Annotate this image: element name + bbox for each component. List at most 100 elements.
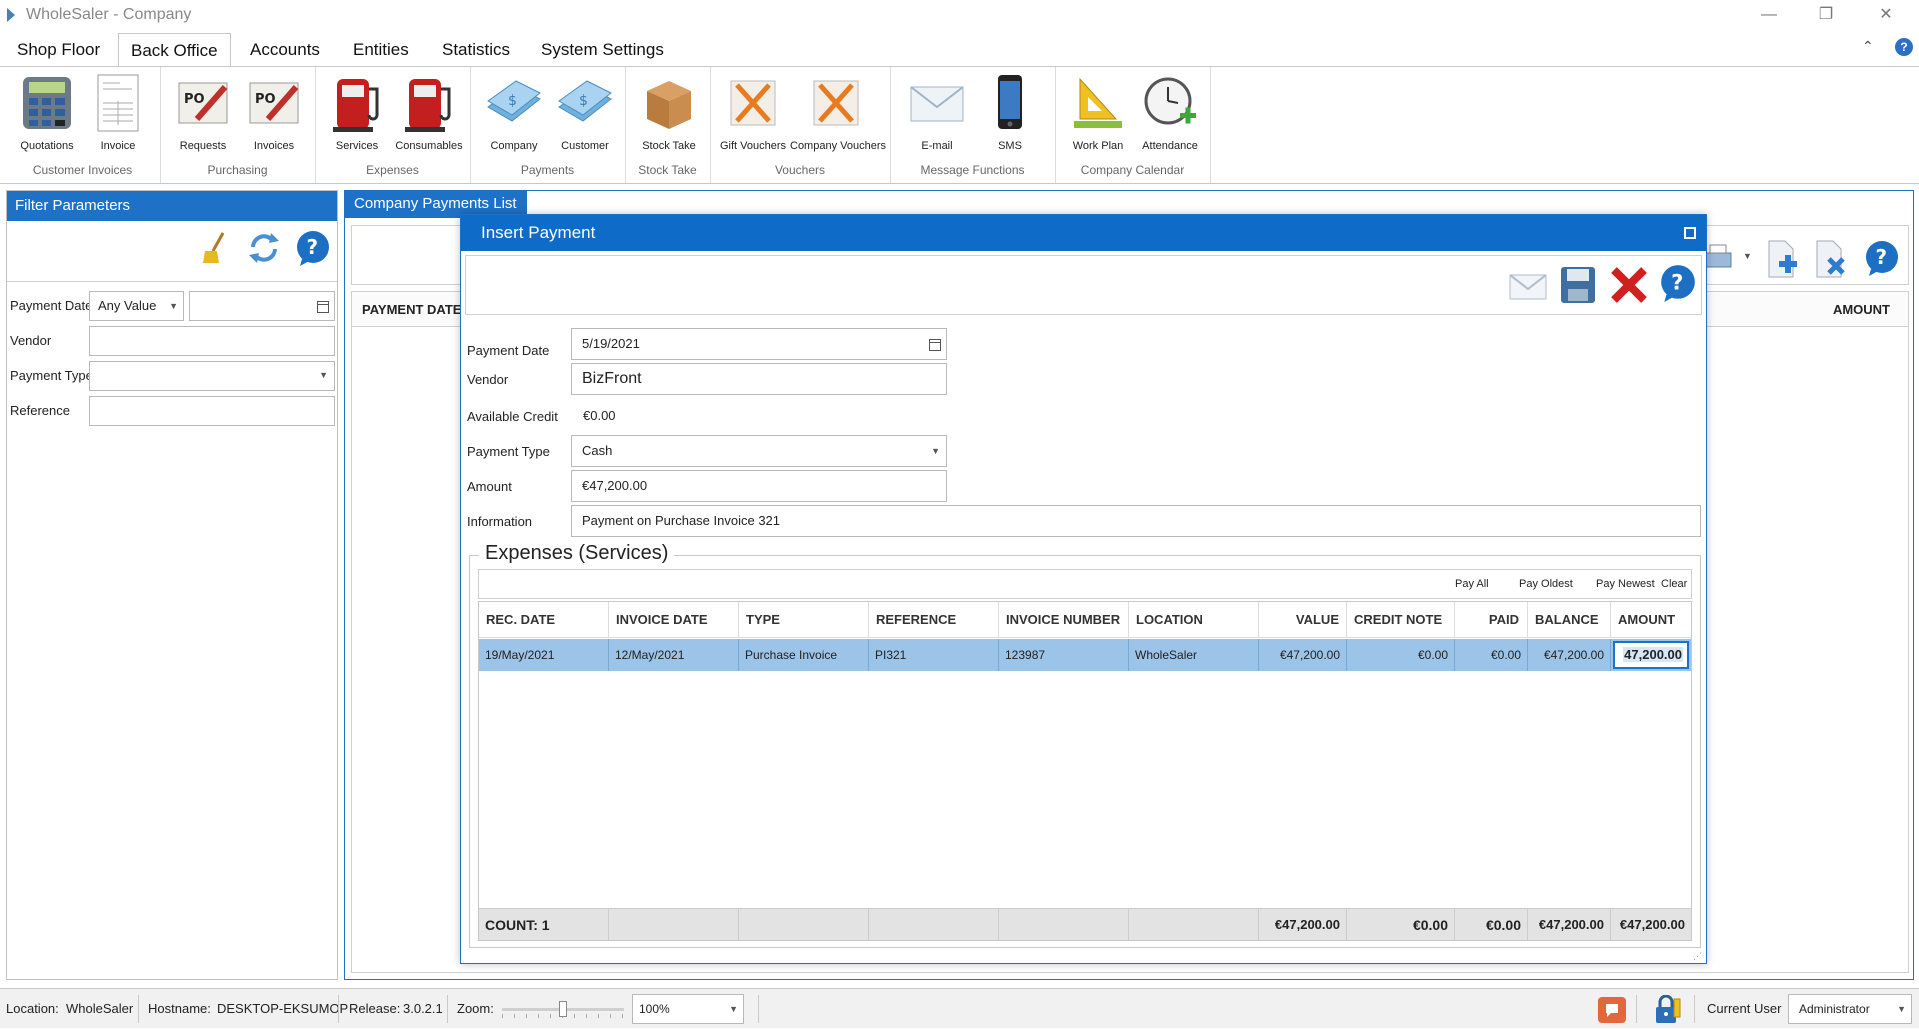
resize-grip-icon[interactable]: ⋰: [1693, 951, 1702, 962]
svg-text:?: ?: [307, 235, 319, 259]
email-button[interactable]: E-mail: [902, 67, 972, 157]
amount-input[interactable]: €47,200.00: [571, 470, 947, 502]
vendor-label: Vendor: [467, 372, 509, 387]
payment-date-input[interactable]: 5/19/2021: [571, 328, 947, 360]
payment-type-filter-select[interactable]: ▼: [89, 361, 335, 391]
tab-accounts[interactable]: Accounts: [238, 33, 332, 66]
calendar-icon[interactable]: [317, 300, 329, 313]
app-logo-icon: [7, 8, 15, 22]
minimize-button[interactable]: —: [1746, 0, 1792, 30]
refresh-icon[interactable]: [245, 229, 283, 267]
column-location[interactable]: LOCATION: [1129, 602, 1259, 638]
broom-icon[interactable]: [201, 231, 227, 265]
tab-back-office[interactable]: Back Office: [118, 33, 231, 66]
column-invoice-number[interactable]: INVOICE NUMBER: [999, 602, 1129, 638]
dropdown-arrow-icon[interactable]: ▼: [1743, 251, 1752, 261]
dropdown-arrow-icon: ▼: [319, 370, 328, 380]
column-credit-note[interactable]: CREDIT NOTE: [1347, 602, 1455, 638]
zoom-slider-thumb[interactable]: [559, 1001, 567, 1017]
payment-date-input[interactable]: [189, 291, 335, 321]
column-paid[interactable]: PAID: [1455, 602, 1528, 638]
svg-text:PO: PO: [255, 92, 276, 107]
save-disk-icon[interactable]: [1559, 265, 1597, 305]
payment-type-select[interactable]: Cash ▼: [571, 435, 947, 467]
gift-voucher-icon: [813, 80, 859, 126]
expenses-grid: REC. DATE INVOICE DATE TYPE REFERENCE IN…: [478, 601, 1692, 941]
clear-button[interactable]: Clear: [1661, 578, 1687, 590]
company-vouchers-button[interactable]: Company Vouchers: [790, 67, 886, 157]
add-document-icon[interactable]: [1765, 239, 1799, 279]
help-icon[interactable]: ?: [1863, 239, 1901, 277]
tab-shop-floor[interactable]: Shop Floor: [5, 33, 112, 66]
requests-button[interactable]: PO Requests: [168, 67, 238, 157]
column-value[interactable]: VALUE: [1259, 602, 1347, 638]
insert-payment-dialog: Insert Payment ? Payment Date 5/19/2021 …: [460, 214, 1707, 964]
column-reference[interactable]: REFERENCE: [869, 602, 999, 638]
column-type[interactable]: TYPE: [739, 602, 869, 638]
purchase-invoices-button[interactable]: PO Invoices: [240, 67, 308, 157]
tab-system-settings[interactable]: System Settings: [529, 33, 676, 66]
column-amount[interactable]: AMOUNT: [1611, 602, 1691, 638]
services-button[interactable]: Services: [322, 67, 392, 157]
information-input[interactable]: Payment on Purchase Invoice 321: [571, 505, 1701, 537]
available-credit-label: Available Credit: [467, 409, 558, 424]
pay-newest-button[interactable]: Pay Newest: [1596, 578, 1655, 590]
quotations-button[interactable]: Quotations: [12, 67, 82, 157]
cancel-x-icon[interactable]: [1609, 265, 1649, 305]
help-icon[interactable]: ?: [294, 229, 332, 267]
tab-entities[interactable]: Entities: [341, 33, 421, 66]
work-plan-button[interactable]: Work Plan: [1063, 67, 1133, 157]
ribbon: Quotations Invoice Customer Invoices PO …: [0, 66, 1919, 184]
column-amount[interactable]: AMOUNT: [1833, 302, 1890, 317]
current-user-select[interactable]: Administrator ▼: [1788, 994, 1912, 1024]
invoice-button[interactable]: Invoice: [85, 67, 151, 157]
help-icon[interactable]: ?: [1895, 38, 1913, 56]
envelope-icon[interactable]: [1509, 271, 1547, 301]
cell-invoice-number: 123987: [999, 639, 1129, 671]
zoom-select[interactable]: 100% ▼: [632, 994, 744, 1024]
close-window-button[interactable]: ✕: [1863, 0, 1909, 30]
amount-cell-editor[interactable]: 47,200.00: [1613, 641, 1689, 669]
sms-button[interactable]: SMS: [975, 67, 1045, 157]
tab-statistics[interactable]: Statistics: [430, 33, 522, 66]
grid-header-row: REC. DATE INVOICE DATE TYPE REFERENCE IN…: [479, 602, 1691, 638]
column-invoice-date[interactable]: INVOICE DATE: [609, 602, 739, 638]
column-balance[interactable]: BALANCE: [1528, 602, 1611, 638]
column-rec-date[interactable]: REC. DATE: [479, 602, 609, 638]
status-separator: [338, 995, 339, 1023]
zoom-label: Zoom:: [457, 1001, 494, 1016]
vendor-input[interactable]: BizFront: [571, 363, 947, 395]
table-row[interactable]: 19/May/2021 12/May/2021 Purchase Invoice…: [479, 639, 1691, 671]
customer-payments-button[interactable]: $ Customer: [550, 67, 620, 157]
footer-empty: [739, 909, 869, 941]
restore-button[interactable]: ❐: [1803, 0, 1849, 30]
stock-take-button[interactable]: Stock Take: [634, 67, 704, 157]
group-vouchers: Vouchers: [774, 163, 826, 177]
delete-document-icon[interactable]: [1813, 239, 1847, 279]
svg-text:PO: PO: [184, 92, 205, 107]
pay-all-button[interactable]: Pay All: [1455, 578, 1489, 590]
calendar-icon[interactable]: [929, 338, 941, 351]
pay-oldest-button[interactable]: Pay Oldest: [1519, 578, 1573, 590]
speech-bubble-icon: [1606, 1004, 1618, 1017]
vendor-filter-input[interactable]: [89, 326, 335, 356]
reference-filter-input[interactable]: [89, 396, 335, 426]
consumables-button[interactable]: Consumables: [394, 67, 464, 157]
footer-balance: €47,200.00: [1528, 909, 1611, 941]
payment-date-option-select[interactable]: Any Value ▼: [89, 291, 184, 321]
calculator-icon: [23, 77, 71, 129]
maximize-dialog-button[interactable]: [1684, 227, 1696, 239]
company-payments-button[interactable]: $ Company: [479, 67, 549, 157]
filter-panel-title: Filter Parameters: [7, 191, 337, 221]
attendance-button[interactable]: Attendance: [1135, 67, 1205, 157]
chat-icon[interactable]: [1598, 997, 1626, 1023]
dropdown-arrow-icon: ▼: [169, 301, 178, 311]
dropdown-arrow-icon: ▼: [1897, 1004, 1906, 1014]
zoom-slider[interactable]: [502, 1001, 624, 1019]
lock-key-icon[interactable]: [1652, 995, 1684, 1025]
gift-vouchers-button[interactable]: Gift Vouchers: [718, 67, 788, 157]
help-icon[interactable]: ?: [1658, 263, 1698, 303]
collapse-ribbon-icon[interactable]: ⌃: [1862, 38, 1874, 55]
column-payment-date[interactable]: PAYMENT DATE: [362, 302, 461, 317]
ribbon-separator: [1210, 67, 1211, 183]
